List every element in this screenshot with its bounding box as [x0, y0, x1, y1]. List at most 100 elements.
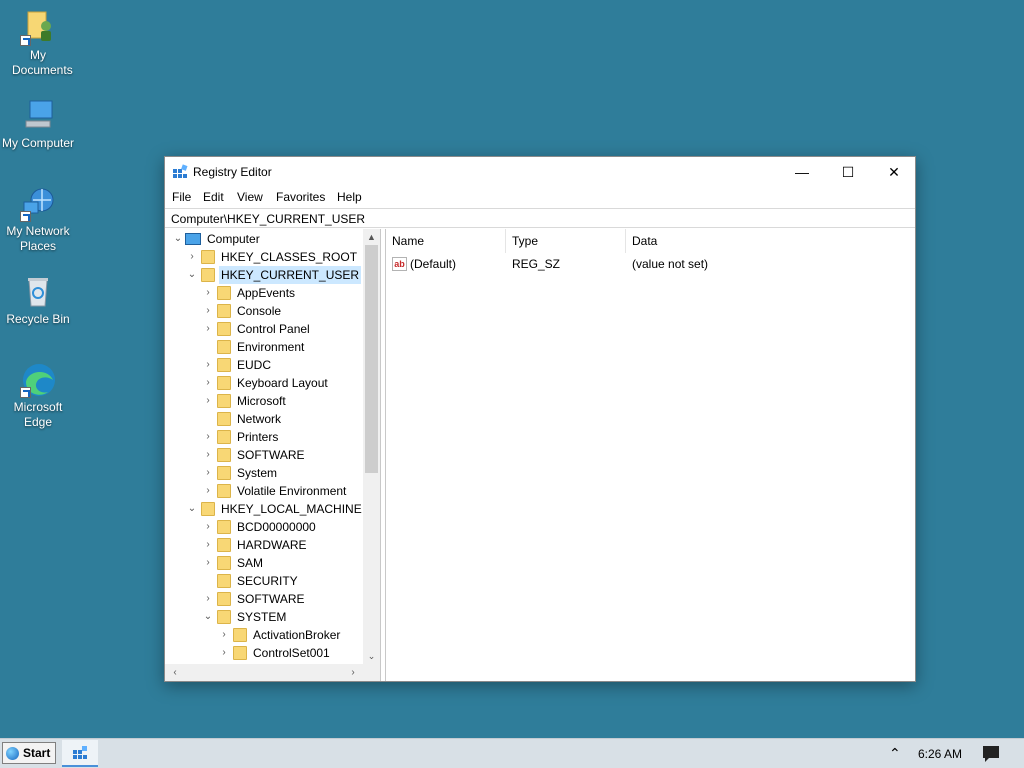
system-clock[interactable]: 6:26 AM	[918, 747, 962, 761]
folder-icon	[217, 430, 231, 444]
expand-chevron-icon[interactable]: ›	[203, 446, 213, 464]
expand-chevron-icon[interactable]: ›	[203, 536, 213, 554]
folder-icon	[217, 322, 231, 336]
collapse-chevron-icon[interactable]: ⌄	[203, 608, 213, 626]
title-bar[interactable]: Registry Editor — ☐ ✕	[165, 157, 915, 187]
menu-view[interactable]: View	[237, 190, 263, 204]
desktop-icon-my-network-places[interactable]: My Network Places	[0, 186, 76, 254]
collapse-chevron-icon[interactable]: ⌄	[187, 500, 197, 518]
folder-open-icon	[201, 268, 215, 282]
tree-item-label: ControlSet001	[253, 646, 330, 660]
start-button[interactable]: Start	[2, 742, 56, 764]
desktop-icon-my-computer[interactable]: My Computer	[0, 98, 76, 151]
expand-chevron-icon[interactable]: ›	[203, 392, 213, 410]
folder-icon	[217, 484, 231, 498]
show-hidden-icons-chevron-icon[interactable]: ⌃	[889, 745, 901, 762]
tree-item-label: HKEY_CLASSES_ROOT	[221, 250, 358, 264]
tree-connector	[203, 338, 213, 356]
folder-icon	[217, 394, 231, 408]
expand-chevron-icon[interactable]: ›	[219, 626, 229, 644]
scroll-up-icon[interactable]: ▲	[363, 229, 380, 245]
expand-chevron-icon[interactable]: ›	[203, 302, 213, 320]
menu-edit[interactable]: Edit	[203, 190, 224, 204]
folder-icon	[217, 466, 231, 480]
folder-icon	[217, 412, 231, 426]
taskbar-item-registry-editor[interactable]	[62, 740, 98, 767]
registry-tree-pane[interactable]: ⌄ Computer › HKEY_CLASSES_ROOT ⌄ HKEY_CU…	[165, 229, 381, 681]
tree-horizontal-scrollbar[interactable]: ‹ ›	[165, 664, 380, 681]
desktop-icon-label: My Computer	[1, 136, 75, 150]
expand-chevron-icon[interactable]: ›	[219, 644, 229, 662]
close-icon: ✕	[888, 164, 900, 180]
string-value-icon: ab	[392, 257, 407, 271]
expand-chevron-icon[interactable]: ›	[203, 284, 213, 302]
tree-item-label: SOFTWARE	[237, 448, 305, 462]
menu-favorites[interactable]: Favorites	[276, 190, 325, 204]
desktop-icon-recycle-bin[interactable]: Recycle Bin	[0, 274, 76, 327]
folder-icon	[217, 340, 231, 354]
expand-chevron-icon[interactable]: ›	[203, 374, 213, 392]
column-header-name[interactable]: Name	[386, 229, 506, 253]
folder-icon	[217, 520, 231, 534]
tree-item-label: Network	[237, 412, 282, 426]
scroll-left-icon[interactable]: ‹	[167, 664, 183, 681]
menu-file[interactable]: File	[172, 190, 191, 204]
value-name: (Default)	[410, 257, 457, 271]
scroll-right-icon[interactable]: ›	[345, 664, 361, 681]
column-header-data[interactable]: Data	[626, 229, 916, 253]
tree-item-label: AppEvents	[237, 286, 296, 300]
expand-chevron-icon[interactable]: ›	[203, 320, 213, 338]
tree-item-label: HARDWARE	[237, 538, 307, 552]
collapse-chevron-icon[interactable]: ⌄	[173, 230, 183, 248]
scroll-down-icon[interactable]: ⌄	[363, 648, 380, 664]
folder-icon	[217, 358, 231, 372]
expand-chevron-icon[interactable]: ›	[203, 464, 213, 482]
folder-icon	[217, 286, 231, 300]
expand-chevron-icon[interactable]: ›	[203, 590, 213, 608]
expand-chevron-icon[interactable]: ›	[203, 356, 213, 374]
menu-help[interactable]: Help	[337, 190, 362, 204]
folder-icon	[217, 448, 231, 462]
expand-chevron-icon[interactable]: ›	[203, 482, 213, 500]
value-data: (value not set)	[632, 257, 709, 271]
expand-chevron-icon[interactable]: ›	[187, 248, 197, 266]
minimize-button[interactable]: —	[779, 157, 825, 187]
tree-vertical-scrollbar[interactable]: ▲ ⌄	[363, 229, 380, 664]
tree-item-label: Console	[237, 304, 282, 318]
maximize-button[interactable]: ☐	[825, 157, 871, 187]
minimize-icon: —	[795, 164, 809, 180]
tree-item-label: System	[237, 466, 278, 480]
shortcut-arrow-icon	[20, 211, 31, 222]
column-header-type[interactable]: Type	[506, 229, 626, 253]
address-bar[interactable]: Computer\HKEY_CURRENT_USER	[165, 208, 915, 228]
value-type: REG_SZ	[512, 257, 561, 271]
tree-item-label: ActivationBroker	[253, 628, 341, 642]
network-globe-icon	[20, 186, 56, 222]
desktop-icon-microsoft-edge[interactable]: Microsoft Edge	[0, 362, 76, 430]
start-label: Start	[23, 746, 51, 760]
expand-chevron-icon[interactable]: ›	[203, 554, 213, 572]
expand-chevron-icon[interactable]: ›	[203, 518, 213, 536]
expand-chevron-icon[interactable]: ›	[203, 428, 213, 446]
computer-icon	[185, 233, 201, 245]
tree-item-label: BCD00000000	[237, 520, 316, 534]
tree-item-label: SYSTEM	[237, 610, 287, 624]
list-item[interactable]: ab (Default) REG_SZ (value not set)	[386, 255, 914, 273]
close-button[interactable]: ✕	[871, 157, 917, 187]
collapse-chevron-icon[interactable]: ⌄	[187, 266, 197, 284]
registry-editor-icon	[172, 164, 188, 180]
tree-item-label: EUDC	[237, 358, 272, 372]
scroll-thumb[interactable]	[365, 245, 378, 473]
notification-center-icon[interactable]	[983, 746, 999, 762]
folder-icon	[217, 556, 231, 570]
tree-item-label: Printers	[237, 430, 279, 444]
desktop-icon-my-documents[interactable]: My Documents	[0, 10, 76, 78]
registry-editor-icon	[72, 745, 88, 764]
tree-item-label: Control Panel	[237, 322, 310, 336]
folder-icon	[217, 304, 231, 318]
desktop-icon-label: My Network Places	[6, 224, 70, 253]
start-orb-icon	[6, 747, 19, 760]
registry-values-pane[interactable]: Name Type Data ab (Default) REG_SZ (valu…	[385, 229, 915, 681]
list-header: Name Type Data	[386, 229, 916, 253]
desktop-icon-label: Microsoft Edge	[13, 400, 63, 429]
